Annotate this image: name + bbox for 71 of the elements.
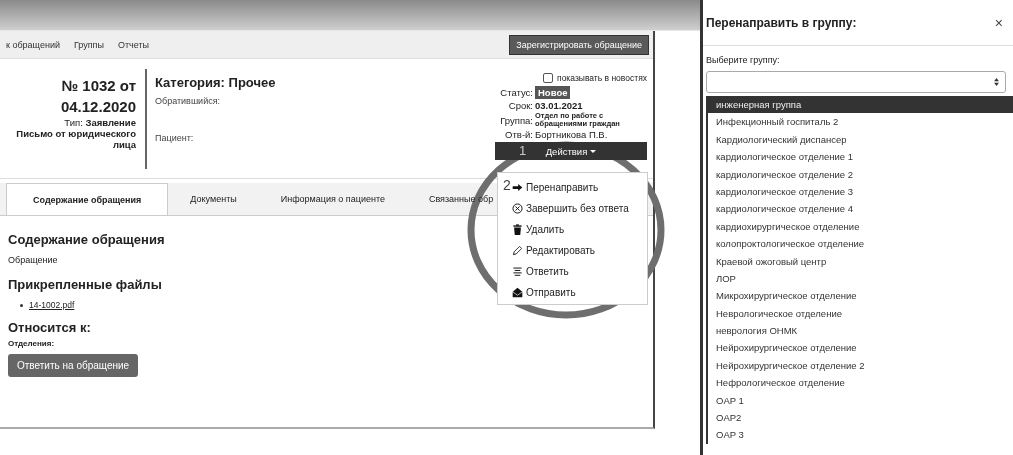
up-down-icon [994, 78, 999, 86]
category-title: Категория: Прочее [155, 75, 277, 90]
lines-icon [512, 266, 523, 277]
news-checkbox[interactable] [543, 73, 554, 83]
field-label: Выберите группу: [706, 55, 781, 65]
group-option[interactable]: Инфекционный госпиталь 2 [708, 113, 1013, 131]
tab[interactable]: Информация о пациенте [258, 183, 407, 215]
applicant-label: Обратившийся: [155, 96, 222, 106]
group-option[interactable]: кардиологическое отделение 4 [708, 200, 1013, 218]
reply-button[interactable]: Ответить на обращение [8, 354, 139, 377]
section-heading: Относится к: [8, 320, 91, 335]
detail-value: Бортникова П.В. [535, 129, 609, 140]
file-link[interactable]: 14-1002.pdf [29, 300, 75, 310]
annotation-number: 1 [519, 144, 527, 158]
group-option[interactable]: Нейрохирургическое отделение [708, 339, 1013, 357]
group-option[interactable]: кардиологическое отделение 3 [708, 182, 1013, 201]
group-option[interactable]: ЛОР [708, 269, 1013, 288]
detail-value: 03.01.2021 [535, 100, 584, 111]
request-number: № 1032 от [60, 76, 136, 96]
menu-item[interactable]: Редактировать [526, 245, 596, 256]
detail-label: Статус: [499, 87, 533, 98]
group-option[interactable]: кардиохирургическое отделение [708, 217, 1013, 236]
group-option[interactable]: Нейрохирургическое отделение 2 [708, 356, 1013, 375]
section-heading: Содержание обращения [8, 232, 165, 247]
close-button[interactable]: × [994, 14, 1003, 31]
departments-label: Отделения: [8, 339, 55, 348]
nav-link[interactable]: Отчеты [117, 39, 150, 50]
panel-title: Перенаправить в группу: [706, 15, 857, 30]
group-option[interactable]: Микрохирургическое отделение [708, 287, 1013, 305]
request-type: Тип: Заявление [63, 117, 136, 128]
cross-circle-icon [512, 203, 523, 214]
detail-label: Отв-й: [504, 129, 533, 140]
pencil-icon [512, 245, 523, 256]
menu-item[interactable]: Перенаправить [526, 182, 599, 193]
request-subtype: Письмо от юридического лица [15, 128, 136, 150]
request-date: 04.12.2020 [59, 97, 136, 117]
menu-item[interactable]: Удалить [526, 224, 565, 235]
arrow-icon [512, 182, 523, 193]
group-option[interactable]: колопроктологическое отделение [708, 235, 1013, 253]
group-option[interactable]: кардиологическое отделение 1 [708, 148, 1013, 166]
group-option[interactable]: неврология ОНМК [708, 322, 1013, 340]
annotation-number: 2 [503, 177, 511, 193]
menu-item[interactable]: Ответить [526, 266, 569, 277]
trash-icon [512, 224, 523, 235]
envelope-icon [512, 287, 523, 298]
group-option[interactable]: OAP 3 [708, 426, 1013, 444]
group-option[interactable]: OAP 1 [708, 391, 1013, 410]
detail-value: Новое [535, 86, 571, 99]
group-option[interactable]: Краевой ожоговый центр [708, 252, 1013, 270]
group-option[interactable]: Кардиологический диспансер [708, 130, 1013, 149]
group-option[interactable]: OAP2 [708, 409, 1013, 427]
section-heading: Прикрепленные файлы [8, 277, 162, 292]
tab[interactable]: Документы [168, 183, 259, 215]
menu-item[interactable]: Завершить без ответа [526, 203, 629, 214]
nav-link[interactable]: Группы [73, 39, 104, 50]
group-option[interactable]: инженерная группа [708, 96, 1013, 114]
group-option[interactable]: кардиологическое отделение 2 [708, 165, 1013, 183]
content-text: Обращение [8, 255, 58, 265]
actions-button[interactable]: 1 Действия [495, 142, 647, 160]
group-option[interactable]: Неврологическое отделение [708, 304, 1013, 323]
register-button[interactable]: Зарегистрировать обращение [509, 34, 649, 55]
group-option[interactable]: Нефрологическое отделение [708, 374, 1013, 392]
tab[interactable]: Содержание обращения [6, 183, 169, 215]
patient-label: Пациент: [155, 133, 195, 143]
bullet-icon [20, 303, 23, 307]
nav-link[interactable]: к обращений [6, 39, 60, 50]
detail-label: Группа: [499, 114, 533, 126]
menu-item[interactable]: Отправить [526, 287, 576, 298]
checkbox-label: показывать в новостях [557, 73, 647, 83]
caret-icon [590, 149, 597, 153]
detail-label: Срок: [507, 100, 533, 111]
